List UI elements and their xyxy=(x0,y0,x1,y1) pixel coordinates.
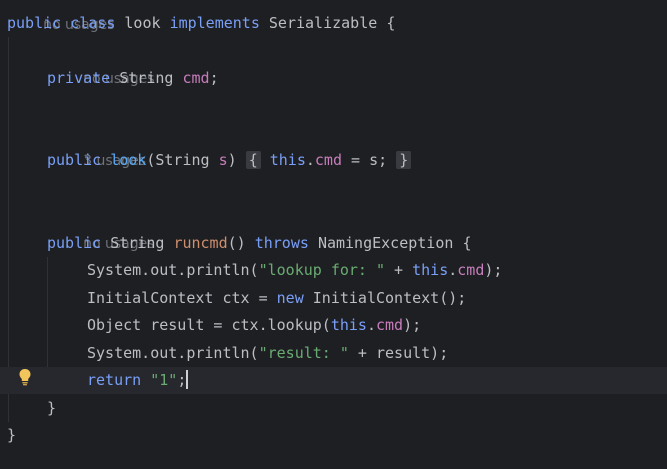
keyword: implements xyxy=(169,14,260,32)
code-line: System.out.println("lookup for: " + this… xyxy=(0,257,667,284)
code-line: System.out.println("result: " + result); xyxy=(0,340,667,367)
dot: . xyxy=(448,261,458,279)
decl-prefix: InitialContext ctx = xyxy=(87,289,277,307)
code-line: public class look implements Serializabl… xyxy=(0,10,667,37)
keyword: throws xyxy=(254,234,309,252)
code-line: public look(String s) { this.cmd = s; } xyxy=(0,147,667,174)
field-name: cmd xyxy=(182,69,210,87)
string-literal: "1" xyxy=(150,371,178,389)
keyword: new xyxy=(276,289,304,307)
dot: . xyxy=(366,316,376,334)
semicolon: ; xyxy=(209,69,219,87)
constructor-name: look xyxy=(110,151,147,169)
code-line: no usages xyxy=(0,203,667,252)
code-line: Object result = ctx.lookup(this.cmd); xyxy=(0,312,667,339)
string-literal: "result: " xyxy=(258,344,349,362)
keyword: private xyxy=(47,69,111,87)
brace: } xyxy=(7,426,17,444)
code-editor[interactable]: no usages public class look implements S… xyxy=(0,0,667,469)
decl-suffix: InitialContext(); xyxy=(303,289,467,307)
keyword: public xyxy=(7,14,62,32)
brace: { xyxy=(386,14,396,32)
call-prefix: System.out.println( xyxy=(87,261,259,279)
params-close: ) xyxy=(227,151,237,169)
interface-name: Serializable xyxy=(268,14,378,32)
keyword: this xyxy=(412,261,449,279)
call-suffix: ); xyxy=(484,261,503,279)
keyword: public xyxy=(47,151,102,169)
assignment: = s; xyxy=(342,151,388,169)
lightbulb-icon[interactable] xyxy=(18,368,32,386)
fold-close-brace[interactable]: } xyxy=(396,151,412,169)
field-name: cmd xyxy=(376,316,404,334)
type-name: String xyxy=(110,234,165,252)
call-prefix: System.out.println( xyxy=(87,344,259,362)
class-name: look xyxy=(124,14,161,32)
code-line-current: return "1"; xyxy=(0,367,667,394)
code-line: private String cmd; xyxy=(0,65,667,92)
field-name: cmd xyxy=(314,151,342,169)
code-line: } xyxy=(0,395,667,422)
code-line: 3 usages xyxy=(0,120,667,169)
param-name: s xyxy=(218,151,228,169)
code-line: public String runcmd() throws NamingExce… xyxy=(0,230,667,257)
text-caret xyxy=(186,370,189,389)
keyword: return xyxy=(87,371,142,389)
type-name: String xyxy=(119,69,174,87)
brace: } xyxy=(47,399,57,417)
fold-open-brace[interactable]: { xyxy=(245,151,261,169)
operator: + xyxy=(385,261,413,279)
keyword: this xyxy=(330,316,367,334)
parens: () xyxy=(227,234,246,252)
code-line: } xyxy=(0,422,667,449)
call-suffix: ); xyxy=(403,316,422,334)
keyword: public xyxy=(47,234,102,252)
call-suffix: + result); xyxy=(348,344,449,362)
keyword: this xyxy=(269,151,306,169)
semicolon: ; xyxy=(177,371,187,389)
exception-name: NamingException xyxy=(317,234,454,252)
code-line: InitialContext ctx = new InitialContext(… xyxy=(0,285,667,312)
decl-prefix: Object result = ctx.lookup( xyxy=(87,316,331,334)
keyword: class xyxy=(70,14,116,32)
method-name: runcmd xyxy=(173,234,228,252)
string-literal: "lookup for: " xyxy=(258,261,386,279)
params-open: (String xyxy=(146,151,219,169)
code-line: no usages xyxy=(0,38,667,87)
brace: { xyxy=(462,234,472,252)
dot: . xyxy=(305,151,315,169)
field-name: cmd xyxy=(457,261,485,279)
